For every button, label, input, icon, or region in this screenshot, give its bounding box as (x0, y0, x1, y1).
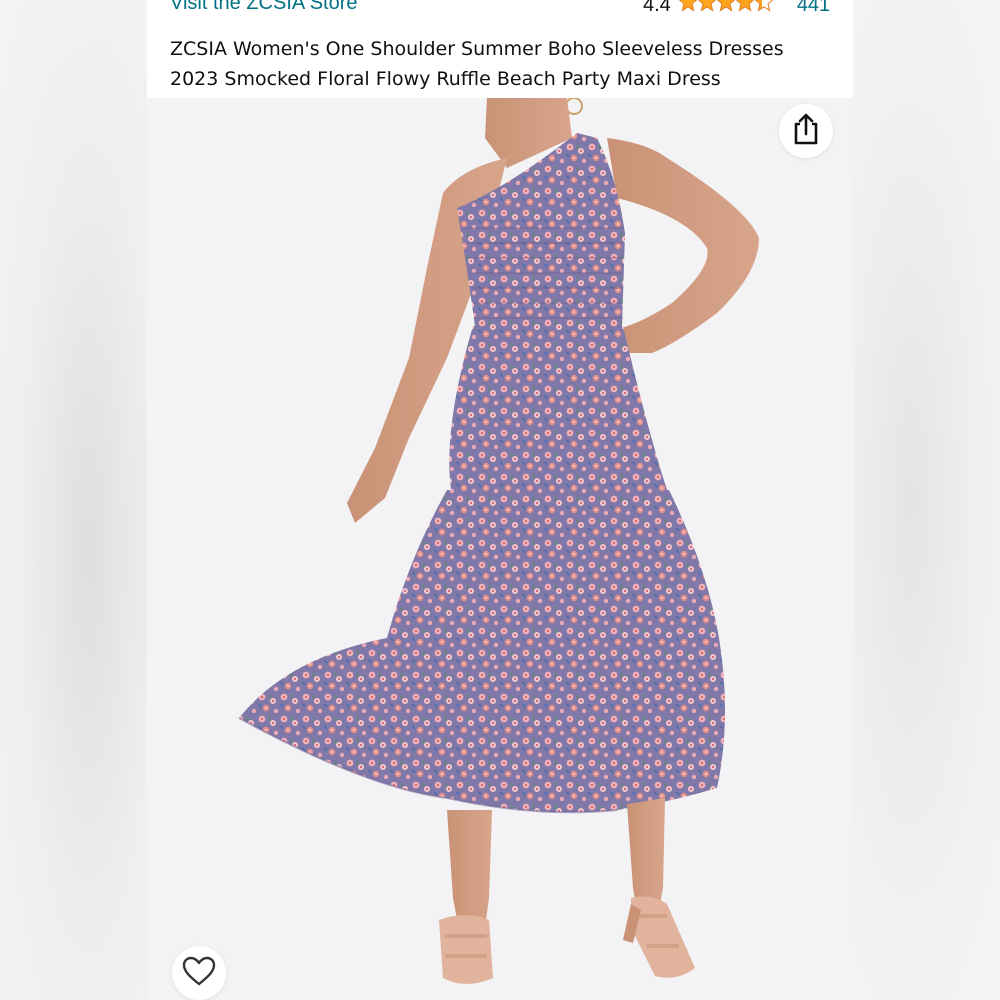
product-title: ZCSIA Women's One Shoulder Summer Boho S… (170, 38, 784, 90)
blurred-background-left (0, 0, 147, 1000)
share-button[interactable] (779, 104, 833, 158)
star-rating-icon (678, 0, 775, 18)
visit-store-link[interactable]: Visit the ZCSIA Store (170, 0, 358, 15)
blurred-background-right (853, 0, 1000, 1000)
share-icon (791, 112, 821, 150)
product-photo[interactable] (147, 98, 853, 1000)
rating-summary[interactable]: 4.4 441 (643, 0, 830, 18)
rating-value: 4.4 (643, 0, 671, 16)
favorite-button[interactable] (172, 946, 226, 1000)
heart-icon (181, 955, 217, 991)
review-count-link[interactable]: 441 (797, 0, 830, 17)
product-header: Visit the ZCSIA Store 4.4 441 ZCSIA Wome… (147, 0, 853, 100)
product-card: Visit the ZCSIA Store 4.4 441 ZCSIA Wome… (147, 0, 853, 1000)
